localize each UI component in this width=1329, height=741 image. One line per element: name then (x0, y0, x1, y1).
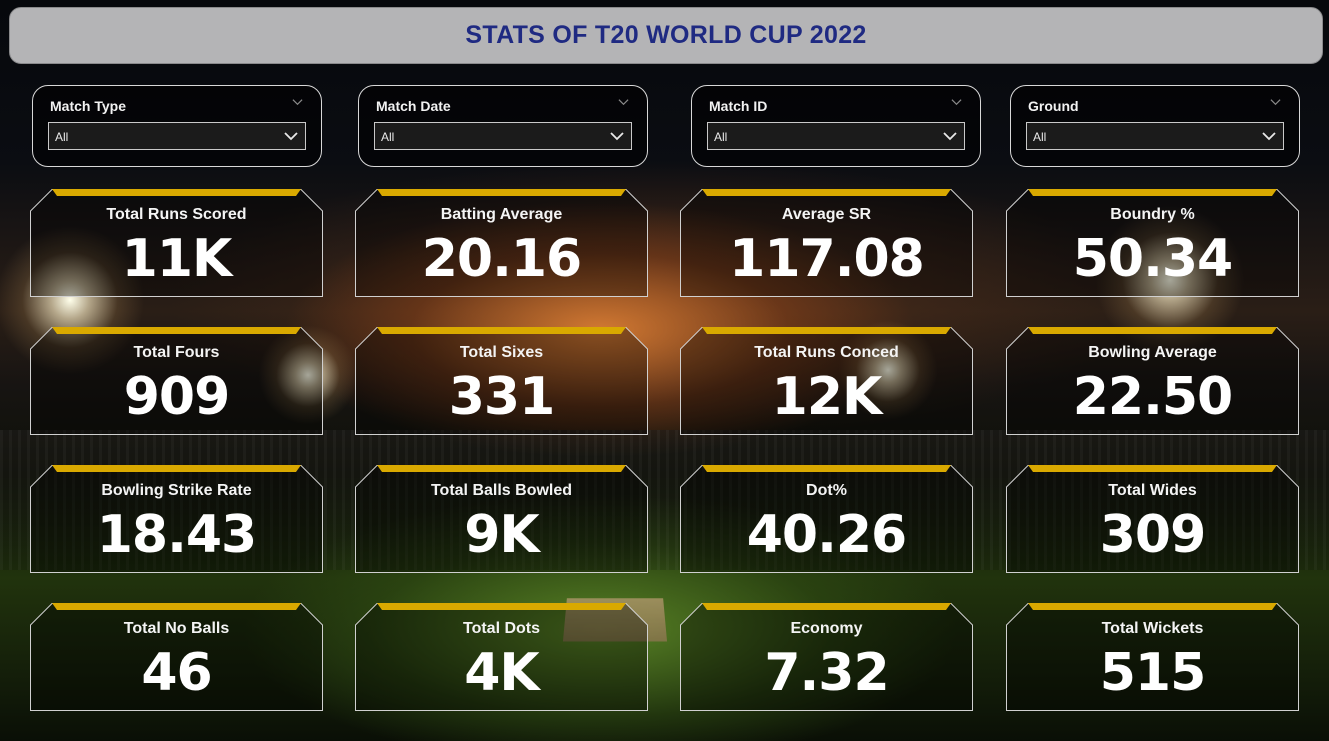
card-accent-bar (1028, 603, 1277, 610)
kpi-card-total-wides: Total Wides 309 (1006, 465, 1299, 573)
kpi-label: Total Dots (462, 620, 541, 637)
kpi-card-total-fours: Total Fours 909 (30, 327, 323, 435)
kpi-card-total-runs-scored: Total Runs Scored 11K (30, 189, 323, 297)
chevron-down-icon[interactable] (1270, 96, 1281, 107)
page-title: STATS OF T20 WORLD CUP 2022 (465, 21, 867, 49)
card-accent-bar (377, 189, 626, 196)
kpi-label: Boundry % (1110, 206, 1195, 223)
kpi-value: 331 (448, 367, 556, 427)
chevron-down-icon[interactable] (618, 96, 629, 107)
kpi-value: 20.16 (421, 229, 582, 289)
kpi-label: Total Balls Bowled (430, 482, 573, 499)
kpi-card-batting-average: Batting Average 20.16 (355, 189, 648, 297)
card-accent-bar (1028, 327, 1277, 334)
slicer-label: Match Date (376, 98, 451, 114)
kpi-card-boundry: Boundry % 50.34 (1006, 189, 1299, 297)
slicer-label: Match Type (50, 98, 126, 114)
kpi-value: 117.08 (729, 229, 925, 289)
card-accent-bar (52, 327, 301, 334)
kpi-label: Average SR (781, 206, 872, 223)
kpi-card-economy: Economy 7.32 (680, 603, 973, 711)
card-accent-bar (52, 603, 301, 610)
card-accent-bar (52, 465, 301, 472)
kpi-value: 515 (1099, 643, 1207, 703)
chevron-down-icon[interactable] (1261, 129, 1277, 143)
dashboard-header: STATS OF T20 WORLD CUP 2022 (9, 7, 1323, 64)
kpi-value: 18.43 (96, 505, 257, 565)
card-accent-bar (702, 603, 951, 610)
slicer-selected-value: All (714, 130, 728, 144)
kpi-card-average-sr: Average SR 117.08 (680, 189, 973, 297)
kpi-label: Bowling Average (1088, 344, 1217, 361)
kpi-label: Total Wickets (1101, 620, 1204, 637)
kpi-value: 4K (464, 643, 539, 703)
kpi-card-total-no-balls: Total No Balls 46 (30, 603, 323, 711)
kpi-label: Bowling Strike Rate (101, 482, 252, 499)
kpi-label: Total Sixes (459, 344, 544, 361)
card-accent-bar (702, 189, 951, 196)
card-accent-bar (702, 465, 951, 472)
kpi-card-total-dots: Total Dots 4K (355, 603, 648, 711)
card-accent-bar (702, 327, 951, 334)
card-accent-bar (377, 465, 626, 472)
card-accent-bar (1028, 189, 1277, 196)
chevron-down-icon[interactable] (951, 96, 962, 107)
kpi-label: Economy (790, 620, 863, 637)
kpi-value: 7.32 (764, 643, 889, 703)
kpi-value: 12K (771, 367, 883, 427)
kpi-value: 22.50 (1072, 367, 1233, 427)
kpi-label: Total Runs Scored (106, 206, 247, 223)
slicer-selected-value: All (381, 130, 395, 144)
kpi-card-dot: Dot% 40.26 (680, 465, 973, 573)
kpi-card-total-wickets: Total Wickets 515 (1006, 603, 1299, 711)
slicer-match-id[interactable]: Match ID All (691, 85, 981, 167)
slicer-match-date[interactable]: Match Date All (358, 85, 648, 167)
kpi-value: 11K (121, 229, 233, 289)
card-accent-bar (52, 189, 301, 196)
card-accent-bar (377, 327, 626, 334)
kpi-card-total-balls-bowled: Total Balls Bowled 9K (355, 465, 648, 573)
slicer-selected-value: All (55, 130, 69, 144)
chevron-down-icon[interactable] (942, 129, 958, 143)
kpi-card-bowling-average: Bowling Average 22.50 (1006, 327, 1299, 435)
kpi-card-total-sixes: Total Sixes 331 (355, 327, 648, 435)
chevron-down-icon[interactable] (609, 129, 625, 143)
chevron-down-icon[interactable] (283, 129, 299, 143)
slicer-dropdown[interactable]: All (374, 122, 632, 150)
kpi-label: Total Wides (1108, 482, 1197, 499)
card-accent-bar (1028, 465, 1277, 472)
slicer-selected-value: All (1033, 130, 1047, 144)
chevron-down-icon[interactable] (292, 96, 303, 107)
kpi-label: Batting Average (440, 206, 563, 223)
slicer-label: Match ID (709, 98, 768, 114)
kpi-value: 46 (141, 643, 212, 703)
kpi-value: 50.34 (1072, 229, 1233, 289)
slicer-label: Ground (1028, 98, 1079, 114)
kpi-card-total-runs-conced: Total Runs Conced 12K (680, 327, 973, 435)
kpi-value: 909 (123, 367, 231, 427)
kpi-label: Total Fours (133, 344, 220, 361)
kpi-label: Total No Balls (123, 620, 230, 637)
kpi-label: Dot% (806, 482, 847, 499)
kpi-value: 40.26 (746, 505, 907, 565)
kpi-value: 309 (1099, 505, 1207, 565)
card-accent-bar (377, 603, 626, 610)
kpi-value: 9K (464, 505, 539, 565)
slicer-match-type[interactable]: Match Type All (32, 85, 322, 167)
kpi-card-bowling-strike-rate: Bowling Strike Rate 18.43 (30, 465, 323, 573)
slicer-dropdown[interactable]: All (1026, 122, 1284, 150)
slicer-dropdown[interactable]: All (48, 122, 306, 150)
slicer-ground[interactable]: Ground All (1010, 85, 1300, 167)
kpi-label: Total Runs Conced (754, 344, 899, 361)
slicer-dropdown[interactable]: All (707, 122, 965, 150)
